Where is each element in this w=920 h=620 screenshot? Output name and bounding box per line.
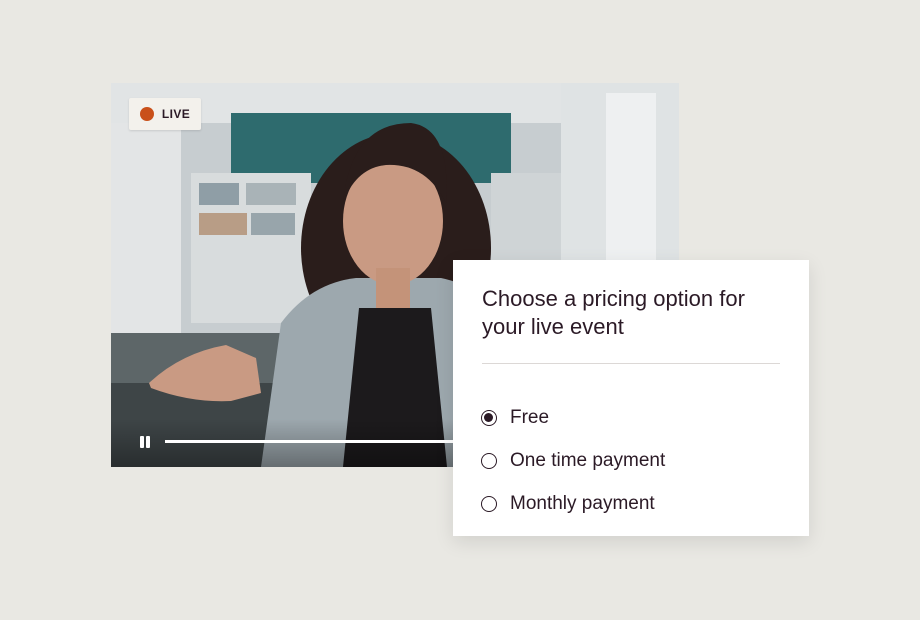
live-badge: LIVE xyxy=(129,98,201,130)
radio-button[interactable] xyxy=(481,495,497,512)
pricing-card: Choose a pricing option for your live ev… xyxy=(453,260,809,536)
pricing-option-monthly[interactable]: Monthly payment xyxy=(481,482,665,525)
pricing-option-one-time[interactable]: One time payment xyxy=(481,439,665,482)
divider xyxy=(482,363,780,364)
radio-button[interactable] xyxy=(481,409,497,426)
live-label: LIVE xyxy=(161,107,191,121)
progress-fill xyxy=(165,440,488,443)
pause-icon[interactable] xyxy=(139,436,151,448)
pricing-title: Choose a pricing option for your live ev… xyxy=(482,286,745,339)
radio-button[interactable] xyxy=(481,452,497,469)
option-label: One time payment xyxy=(510,449,666,471)
option-label: Monthly payment xyxy=(510,492,655,514)
pricing-option-free[interactable]: Free xyxy=(481,396,665,439)
pricing-options: Free One time payment Monthly payment xyxy=(481,396,665,525)
option-label: Free xyxy=(510,406,550,428)
live-indicator-dot xyxy=(139,107,154,121)
